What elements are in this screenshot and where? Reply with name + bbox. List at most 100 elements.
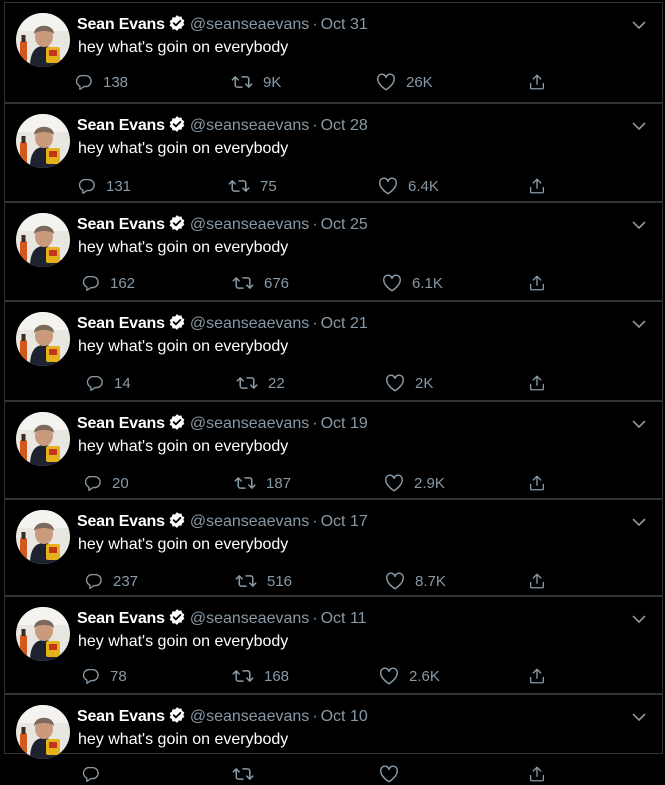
like-button[interactable]: 6.1K [382,272,443,294]
reply-icon [75,73,93,91]
tweet-date[interactable]: Oct 17 [321,513,368,530]
share-button[interactable] [528,570,546,592]
author-handle[interactable]: @seanseaevans [190,610,309,627]
like-count: 6.4K [408,177,439,195]
like-button[interactable] [379,763,409,785]
tweet-date[interactable]: Oct 28 [321,117,368,134]
chevron-down-icon[interactable] [632,17,646,35]
like-button[interactable]: 2.9K [384,472,445,494]
chevron-down-icon[interactable] [632,611,646,629]
tweet-4[interactable]: Sean Evans @seanseaevans · Oct 21 hey what'… [4,301,663,401]
avatar[interactable] [16,312,70,366]
reply-button[interactable]: 138 [75,71,128,93]
author-name[interactable]: Sean Evans [77,216,165,233]
retweet-button[interactable] [232,763,264,785]
reply-button[interactable]: 131 [78,175,131,197]
share-button[interactable] [528,763,546,785]
author-name[interactable]: Sean Evans [77,513,165,530]
like-button[interactable]: 6.4K [378,175,439,197]
retweet-button[interactable]: 75 [228,175,277,197]
chevron-down-icon[interactable] [632,514,646,532]
reply-button[interactable]: 237 [85,570,138,592]
retweet-button[interactable]: 9K [231,71,281,93]
share-button[interactable] [528,665,546,687]
reply-button[interactable]: 78 [82,665,127,687]
tweet-2[interactable]: Sean Evans @seanseaevans · Oct 28 hey what'… [4,103,663,202]
verified-badge-icon [168,115,186,139]
tweet-date[interactable]: Oct 31 [321,16,368,33]
like-count: 2.6K [409,667,440,685]
tweet-date[interactable]: Oct 25 [321,216,368,233]
share-button[interactable] [528,272,546,294]
avatar[interactable] [16,705,70,759]
separator-dot: · [312,513,318,530]
author-handle[interactable]: @seanseaevans [190,708,309,725]
retweet-button[interactable]: 516 [235,570,292,592]
like-button[interactable]: 26K [376,71,433,93]
reply-button[interactable]: 14 [86,372,131,394]
avatar[interactable] [16,13,70,67]
avatar[interactable] [16,412,70,466]
retweet-button[interactable]: 676 [232,272,289,294]
tweet-7[interactable]: Sean Evans @seanseaevans · Oct 11 hey what'… [4,596,663,694]
author-handle[interactable]: @seanseaevans [190,216,309,233]
tweet-date[interactable]: Oct 10 [321,708,368,725]
avatar[interactable] [16,510,70,564]
avatar[interactable] [16,607,70,661]
retweet-button[interactable]: 187 [234,472,291,494]
author-name[interactable]: Sean Evans [77,415,165,432]
author-handle[interactable]: @seanseaevans [190,513,309,530]
avatar[interactable] [16,213,70,267]
share-icon [528,274,546,292]
chevron-down-icon[interactable] [632,118,646,136]
author-name[interactable]: Sean Evans [77,117,165,134]
tweet-6[interactable]: Sean Evans @seanseaevans · Oct 17 hey what'… [4,499,663,596]
like-button[interactable]: 2.6K [379,665,440,687]
reply-icon [82,667,100,685]
author-name[interactable]: Sean Evans [77,610,165,627]
share-button[interactable] [528,175,546,197]
like-button[interactable]: 8.7K [385,570,446,592]
retweet-button[interactable]: 22 [236,372,285,394]
retweet-button[interactable]: 168 [232,665,289,687]
tweet-date[interactable]: Oct 21 [321,315,368,332]
chevron-down-icon[interactable] [632,709,646,727]
author-handle[interactable]: @seanseaevans [190,415,309,432]
reply-button[interactable] [82,763,110,785]
author-name[interactable]: Sean Evans [77,708,165,725]
tweet-1[interactable]: Sean Evans @seanseaevans · Oct 31 hey what'… [4,2,663,103]
share-button[interactable] [528,372,546,394]
chevron-down-icon[interactable] [632,316,646,334]
tweet-8[interactable]: Sean Evans @seanseaevans · Oct 10 hey what'… [4,694,663,783]
reply-icon [84,474,102,492]
avatar[interactable] [16,114,70,168]
share-button[interactable] [528,71,546,93]
share-icon [528,572,546,590]
share-icon [528,765,546,783]
author-name[interactable]: Sean Evans [77,16,165,33]
reply-button[interactable]: 162 [82,272,135,294]
share-button[interactable] [528,472,546,494]
reply-button[interactable]: 20 [84,472,129,494]
chevron-down-icon[interactable] [632,416,646,434]
author-handle[interactable]: @seanseaevans [190,117,309,134]
retweet-count: 187 [266,474,292,492]
tweet-3[interactable]: Sean Evans @seanseaevans · Oct 25 hey what'… [4,202,663,301]
author-handle[interactable]: @seanseaevans [190,16,309,33]
tweet-date[interactable]: Oct 19 [321,415,368,432]
retweet-count: 75 [260,177,277,195]
tweet-text: hey what's goin on everybody [78,731,289,748]
retweet-icon [232,274,254,292]
tweet-header: Sean Evans @seanseaevans · Oct 31 [77,14,368,38]
tweet-date[interactable]: Oct 11 [321,610,367,627]
tweet-header: Sean Evans @seanseaevans · Oct 21 [77,313,368,337]
author-name[interactable]: Sean Evans [77,315,165,332]
retweet-count: 22 [268,374,285,392]
verified-badge-icon [168,511,186,535]
author-handle[interactable]: @seanseaevans [190,315,309,332]
like-button[interactable]: 2K [385,372,433,394]
tweet-5[interactable]: Sean Evans @seanseaevans · Oct 19 hey what'… [4,401,663,499]
tweet-text: hey what's goin on everybody [78,239,289,256]
separator-dot: · [312,16,318,33]
chevron-down-icon[interactable] [632,217,646,235]
